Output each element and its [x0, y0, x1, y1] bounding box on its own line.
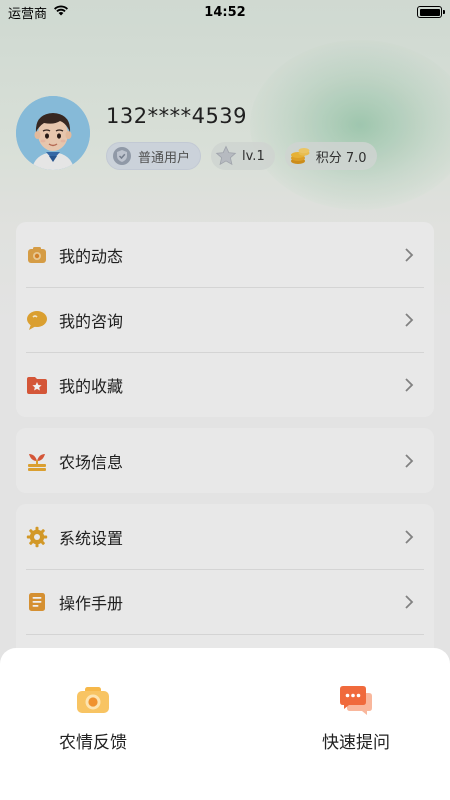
- question-chat-icon: [338, 682, 374, 718]
- farm-feedback-label: 农情反馈: [59, 733, 127, 753]
- quick-question-label: 快速提问: [322, 733, 390, 753]
- feedback-camera-icon: [75, 682, 111, 718]
- farm-feedback-button[interactable]: 农情反馈: [33, 682, 153, 753]
- profile-page: 运营商 14:52 132****4539 普通用户 lv.1 积分 7.0 我…: [0, 0, 450, 800]
- quick-question-button[interactable]: 快速提问: [296, 682, 416, 753]
- action-sheet: 农情反馈 快速提问: [0, 648, 450, 800]
